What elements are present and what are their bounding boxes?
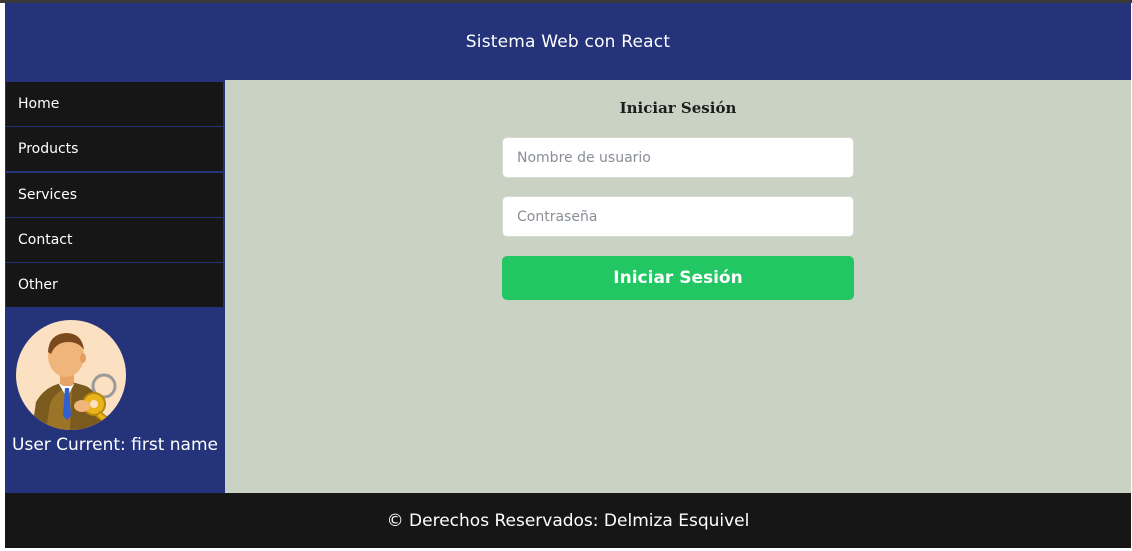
user-with-key-icon xyxy=(32,333,118,430)
sidebar-item-other[interactable]: Other xyxy=(6,263,223,307)
sidebar-item-home[interactable]: Home xyxy=(6,82,223,126)
sidebar-item-products[interactable]: Products xyxy=(6,127,223,171)
avatar xyxy=(16,320,126,430)
current-user-label: User Current: first name xyxy=(12,435,218,455)
password-input[interactable] xyxy=(502,196,854,237)
sidebar: Home Products Services Contact Other Use… xyxy=(5,80,225,493)
sidebar-item-services[interactable]: Services xyxy=(6,173,223,217)
header-title: Sistema Web con React xyxy=(465,31,671,52)
sidebar-item-contact[interactable]: Contact xyxy=(6,218,223,262)
footer: © Derechos Reservados: Delmiza Esquivel xyxy=(5,493,1131,548)
login-button[interactable]: Iniciar Sesión xyxy=(502,256,854,300)
main-content: Iniciar Sesión Iniciar Sesión xyxy=(225,80,1131,493)
app-window: Sistema Web con React Home Products Serv… xyxy=(0,0,1132,551)
header: Sistema Web con React xyxy=(5,3,1131,80)
login-title: Iniciar Sesión xyxy=(619,99,737,117)
username-input[interactable] xyxy=(502,137,854,178)
footer-copyright: © Derechos Reservados: Delmiza Esquivel xyxy=(386,510,750,531)
